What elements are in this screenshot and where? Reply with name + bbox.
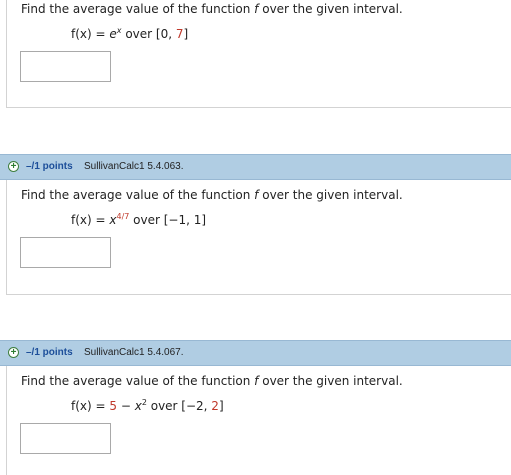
question-panel-3: Find the average value of the function f… [6,366,511,475]
points-label: –/1 points [26,347,73,358]
plus-circle-icon[interactable]: + [8,161,19,172]
answer-input[interactable] [20,51,111,82]
question-reference: SullivanCalc1 5.4.063. [84,161,184,172]
points-label: –/1 points [26,161,73,172]
question-header-3: + –/1 points SullivanCalc1 5.4.067. [0,340,511,366]
question-prompt: Find the average value of the function f… [21,374,403,388]
question-prompt: Find the average value of the function f… [21,188,403,202]
answer-input[interactable] [20,237,111,268]
question-reference: SullivanCalc1 5.4.067. [84,347,184,358]
function-formula: f(x) = ex over [0, 7] [71,26,189,42]
question-prompt: Find the average value of the function f… [21,2,403,16]
function-formula: f(x) = 5 − x2 over [−2, 2] [71,398,224,414]
question-header-2: + –/1 points SullivanCalc1 5.4.063. [0,154,511,180]
question-panel-1: Find the average value of the function f… [6,0,511,108]
function-formula: f(x) = x4/7 over [−1, 1] [71,212,207,228]
answer-input[interactable] [20,423,111,454]
question-panel-2: Find the average value of the function f… [6,180,511,295]
plus-circle-icon[interactable]: + [8,347,19,358]
